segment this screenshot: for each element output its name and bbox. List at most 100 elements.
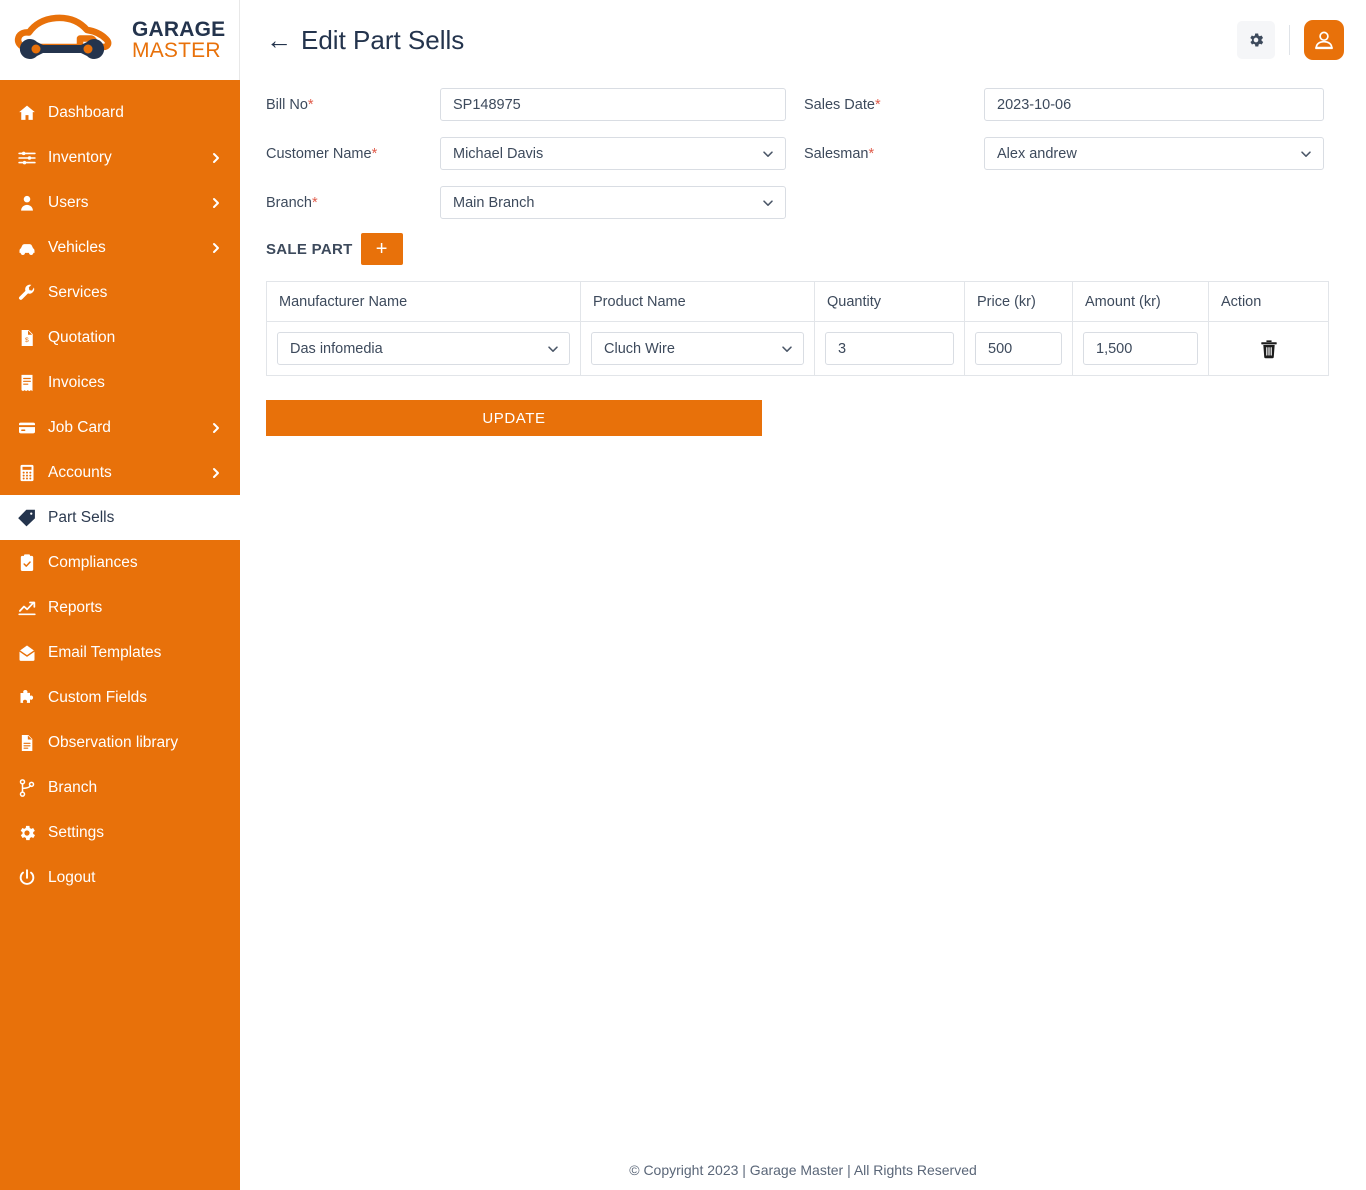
- sidebar-item-label: Reports: [48, 598, 103, 616]
- topbar: ← Edit Part Sells: [240, 0, 1366, 80]
- sidebar-item-quotation[interactable]: $ Quotation: [0, 315, 240, 360]
- manufacturer-select[interactable]: Das infomedia: [277, 332, 570, 365]
- sidebar-item-branch[interactable]: Branch: [0, 765, 240, 810]
- sales-date-label: Sales Date*: [804, 97, 984, 113]
- cell-action: [1208, 321, 1329, 376]
- page-title: ← Edit Part Sells: [266, 25, 464, 56]
- invoice-icon: [21, 374, 33, 391]
- chevron-down-icon: [1301, 150, 1311, 157]
- salesman-select[interactable]: Alex andrew: [984, 137, 1324, 170]
- sidebar-item-compliances[interactable]: Compliances: [0, 540, 240, 585]
- sidebar-item-label: Job Card: [48, 418, 111, 436]
- sidebar-item-settings[interactable]: Settings: [0, 810, 240, 855]
- branch-icon: [19, 778, 35, 797]
- sidebar: GARAGE MASTER Dashboard Inventory Users Veh…: [0, 0, 240, 1190]
- table-head: Manufacturer Name Product Name Quantity Pri…: [266, 281, 1329, 322]
- sidebar-item-custom-fields[interactable]: Custom Fields: [0, 675, 240, 720]
- trash-icon: [1260, 339, 1277, 358]
- bill-no-input[interactable]: SP148975: [440, 88, 786, 121]
- topbar-divider: [1289, 25, 1290, 55]
- main-content: ← Edit Part Sells Bill No* SP148975 Sale…: [240, 0, 1366, 1190]
- branch-label: Branch*: [266, 195, 440, 211]
- sidebar-item-label: Compliances: [48, 553, 138, 571]
- sidebar-item-inventory[interactable]: Inventory: [0, 135, 240, 180]
- sidebar-item-part-sells[interactable]: Part Sells: [0, 495, 240, 540]
- sidebar-item-services[interactable]: Services: [0, 270, 240, 315]
- sidebar-item-logout[interactable]: Logout: [0, 855, 240, 900]
- branch-select[interactable]: Main Branch: [440, 186, 786, 219]
- settings-button[interactable]: [1237, 21, 1275, 59]
- price-input[interactable]: 500: [975, 332, 1062, 365]
- sale-part-header: SALE PART +: [266, 233, 1340, 265]
- sidebar-item-dashboard[interactable]: Dashboard: [0, 90, 240, 135]
- back-arrow-icon[interactable]: ←: [266, 27, 292, 53]
- home-icon: [19, 105, 35, 120]
- chevron-right-icon: [210, 152, 222, 164]
- brand-name: GARAGE MASTER: [132, 18, 225, 61]
- sidebar-item-label: Observation library: [48, 733, 179, 751]
- sidebar-item-label: Quotation: [48, 328, 116, 346]
- column-gap: [786, 137, 804, 186]
- required-asterisk: *: [307, 96, 314, 113]
- chevron-down-icon: [548, 345, 558, 352]
- table-column-header: Amount (kr): [1072, 281, 1209, 322]
- user-icon: [21, 195, 33, 211]
- power-icon: [19, 868, 35, 885]
- sidebar-item-vehicles[interactable]: Vehicles: [0, 225, 240, 270]
- sale-part-title: SALE PART: [266, 240, 353, 258]
- sliders-icon-wrap: [16, 147, 38, 169]
- amount-input[interactable]: 1,500: [1083, 332, 1198, 365]
- add-sale-part-button[interactable]: +: [360, 233, 403, 265]
- card-icon-wrap: [16, 417, 38, 439]
- product-select[interactable]: Cluch Wire: [591, 332, 804, 365]
- table-column-header: Quantity: [814, 281, 965, 322]
- quantity-input[interactable]: 3: [825, 332, 954, 365]
- action-wrap: [1219, 322, 1318, 375]
- sidebar-item-invoices[interactable]: Invoices: [0, 360, 240, 405]
- salesman-value: Alex andrew: [997, 145, 1077, 162]
- customer-name-value: Michael Davis: [453, 145, 544, 162]
- table-column-header: Action: [1208, 281, 1329, 322]
- quote-doc-icon: $: [21, 329, 33, 346]
- chevron-down-icon: [763, 199, 773, 206]
- tag-icon-wrap: [16, 507, 38, 529]
- sidebar-item-email-templates[interactable]: Email Templates: [0, 630, 240, 675]
- user-icon-wrap: [16, 192, 38, 214]
- home-icon-wrap: [16, 102, 38, 124]
- app-root: GARAGE MASTER Dashboard Inventory Users Veh…: [0, 0, 1366, 1190]
- calculator-icon: [20, 464, 34, 481]
- sidebar-item-reports[interactable]: Reports: [0, 585, 240, 630]
- sidebar-item-label: Logout: [48, 868, 96, 886]
- cell-price: 500: [964, 321, 1073, 376]
- chevron-right-icon: [210, 242, 222, 254]
- required-asterisk: *: [311, 194, 318, 211]
- bill-no-label: Bill No*: [266, 97, 440, 113]
- sidebar-item-label: Part Sells: [48, 508, 115, 526]
- gear-icon: [1250, 33, 1264, 47]
- topbar-actions: [1237, 20, 1344, 60]
- customer-name-label: Customer Name*: [266, 146, 440, 162]
- sidebar-item-users[interactable]: Users: [0, 180, 240, 225]
- sidebar-item-label: Vehicles: [48, 238, 106, 256]
- update-button[interactable]: UPDATE: [266, 400, 762, 436]
- avatar[interactable]: [1304, 20, 1344, 60]
- sidebar-item-label: Settings: [48, 823, 105, 841]
- garage-master-logo-icon: [14, 14, 112, 59]
- part-sell-form: Bill No* SP148975 Sales Date* 2023-10-06…: [266, 88, 1340, 219]
- field-sales-date: Sales Date* 2023-10-06: [804, 88, 1324, 121]
- sales-date-input[interactable]: 2023-10-06: [984, 88, 1324, 121]
- chevron-down-icon: [763, 150, 773, 157]
- bill-no-label-text: Bill No: [266, 96, 308, 113]
- sidebar-item-label: Branch: [48, 778, 98, 796]
- branch-label-text: Branch: [266, 194, 312, 211]
- brand-logo[interactable]: GARAGE MASTER: [0, 0, 240, 80]
- delete-row-button[interactable]: [1258, 337, 1280, 361]
- sidebar-item-observation-library[interactable]: Observation library: [0, 720, 240, 765]
- table-column-header: Price (kr): [964, 281, 1073, 322]
- table-column-header: Manufacturer Name: [266, 281, 581, 322]
- sidebar-item-job-card[interactable]: Job Card: [0, 405, 240, 450]
- puzzle-icon: [20, 689, 34, 703]
- sidebar-item-accounts[interactable]: Accounts: [0, 450, 240, 495]
- sidebar-nav: Dashboard Inventory Users Vehicles Services $…: [0, 80, 240, 900]
- customer-name-select[interactable]: Michael Davis: [440, 137, 786, 170]
